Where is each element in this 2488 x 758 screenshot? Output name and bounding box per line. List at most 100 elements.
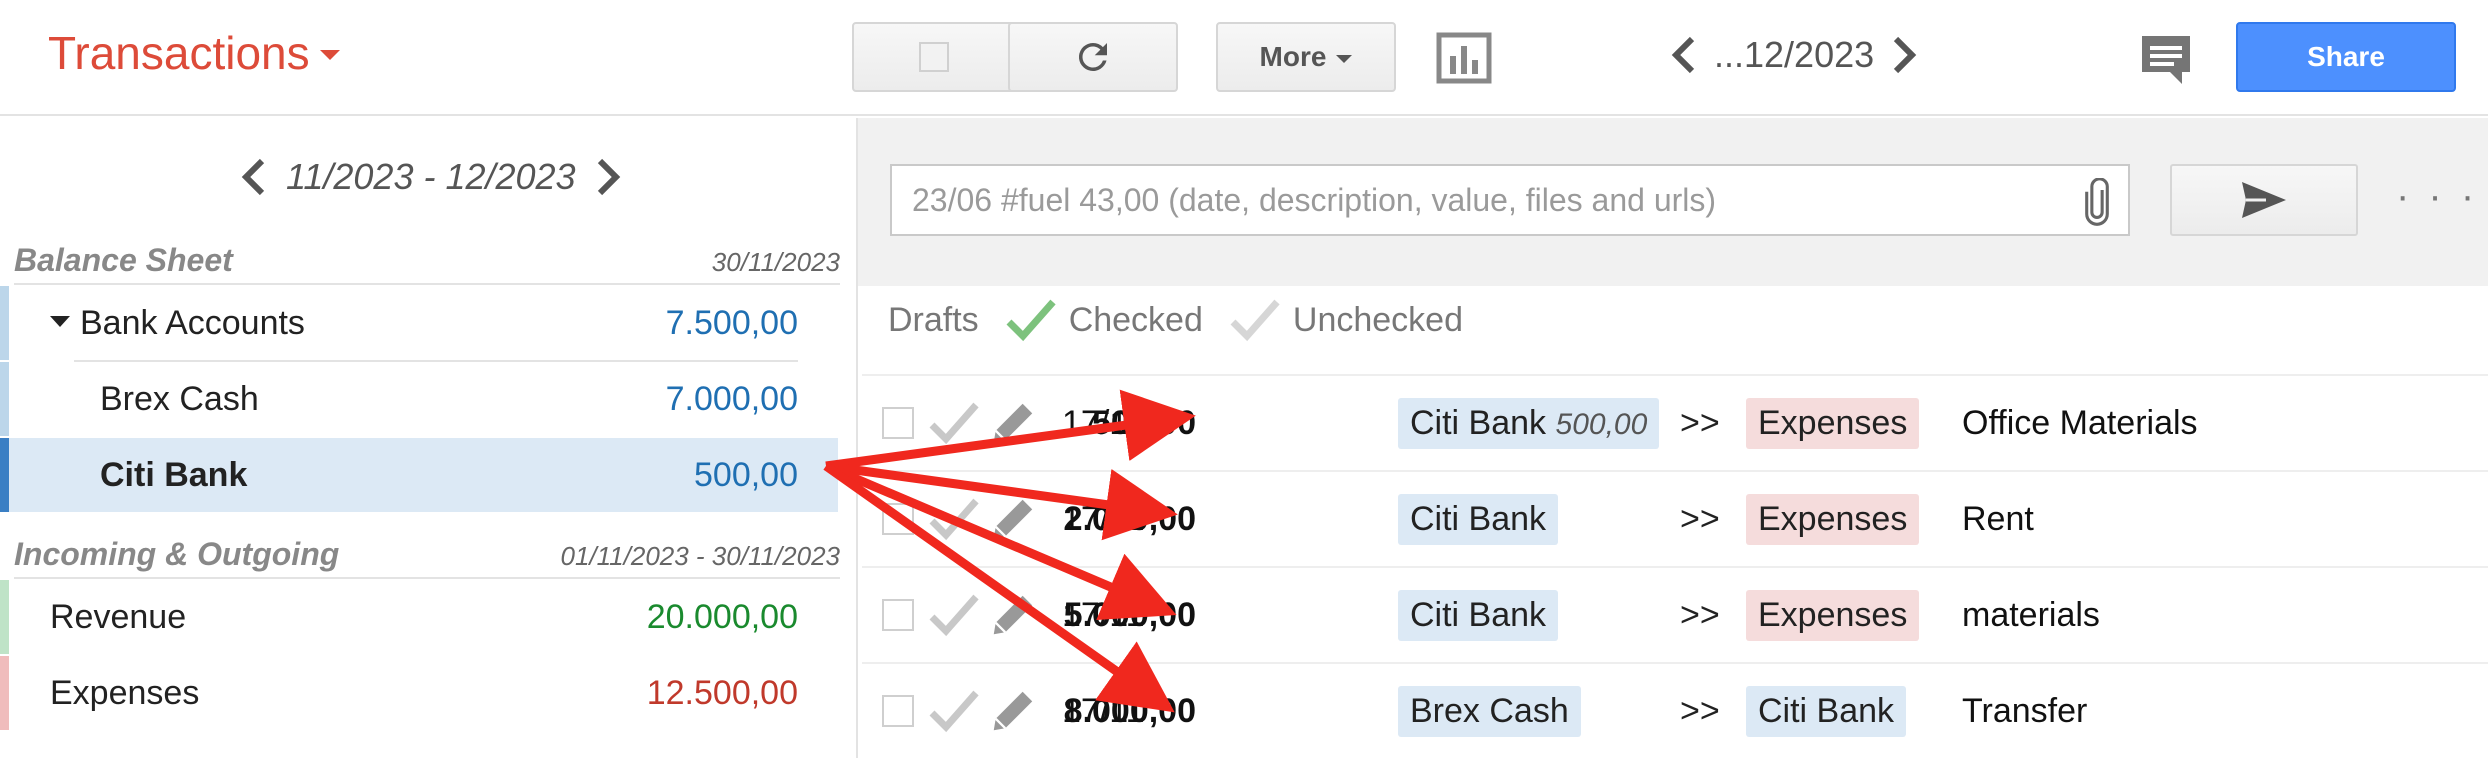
check-icon [1230,299,1280,342]
row-checkbox[interactable] [882,599,914,631]
account-name-text: Bank Accounts [80,303,305,342]
account-stripe [0,580,9,654]
top-period-nav: ...12/2023 [1670,34,1918,76]
accounts-panel: 11/2023 - 12/2023 Balance Sheet 30/11/20… [0,118,856,758]
filter-label: Unchecked [1292,300,1463,339]
send-button[interactable] [2170,164,2358,236]
check-icon[interactable] [928,399,980,447]
check-icon [1006,299,1056,342]
account-name: Bank Accounts [50,304,305,343]
composer: · · · [858,118,2488,286]
left-period-label[interactable]: 11/2023 - 12/2023 [286,156,576,198]
chart-icon[interactable] [1436,32,1492,84]
chevron-right-icon[interactable] [1890,35,1918,75]
share-button[interactable]: Share [2236,22,2456,92]
transaction-row[interactable]: 17/11 8.000,00 Brex Cash >> Citi Bank Tr… [862,662,2488,758]
from-account-tag[interactable]: Citi Bank [1398,589,1559,641]
transaction-description: Office Materials [1962,403,2198,442]
section-title: Incoming & Outgoing [14,536,340,572]
account-stripe [0,286,9,360]
filter-bar: Drafts Checked Unchecked [888,290,1489,350]
filter-label: Drafts [888,300,979,339]
transaction-description: Transfer [1962,691,2088,730]
pencil-icon[interactable] [986,398,1040,448]
transfer-arrow: >> [1680,499,1720,538]
left-period-nav: 11/2023 - 12/2023 [240,156,622,198]
balance-sheet-header: Balance Sheet 30/11/2023 [14,242,840,285]
more-menu-button[interactable]: More [1216,22,1396,92]
to-account-tag[interactable]: Expenses [1746,397,1920,449]
transfer-arrow: >> [1680,403,1720,442]
check-icon[interactable] [928,591,980,639]
account-group-bank-accounts[interactable]: Bank Accounts 7.500,00 [0,286,838,360]
refresh-icon [1078,42,1107,71]
transfer-arrow: >> [1680,595,1720,634]
comments-icon[interactable] [2138,32,2194,86]
section-date: 30/11/2023 [711,247,840,277]
row-checkbox[interactable] [882,695,914,727]
account-value: 20.000,00 [646,597,798,636]
from-account-tag[interactable]: Citi Bank 500,00 [1398,397,1660,449]
account-name: Revenue [50,597,187,636]
transaction-row[interactable]: 17/11 5.000,00 Citi Bank >> Expenses mat… [862,566,2488,662]
chevron-left-icon[interactable] [240,157,268,197]
caret-down-icon [1336,54,1353,63]
period-label[interactable]: ...12/2023 [1714,34,1874,76]
refresh-button[interactable] [1008,22,1178,92]
select-all-button[interactable] [852,22,1016,92]
transaction-description: Rent [1962,499,2034,538]
account-stripe [0,656,9,730]
filter-unchecked[interactable]: Unchecked [1229,294,1463,346]
transaction-amount: 8.000,00 [1063,691,1196,730]
account-revenue[interactable]: Revenue 20.000,00 [0,580,838,654]
to-account-tag[interactable]: Expenses [1746,493,1920,545]
from-account-name: Citi Bank [1410,403,1547,442]
from-account-balance: 500,00 [1555,407,1648,441]
account-expenses[interactable]: Expenses 12.500,00 [0,656,838,730]
check-icon[interactable] [928,687,980,735]
filter-label: Checked [1068,300,1203,339]
transactions-menu[interactable]: Transactions [48,26,340,80]
pencil-icon[interactable] [986,686,1040,736]
paperclip-icon[interactable] [2082,178,2112,226]
transaction-row[interactable]: 17/11 2.000,00 Citi Bank >> Expenses Ren… [862,470,2488,566]
transactions-panel: · · · Drafts Checked Unchecked 17/11 500… [856,118,2488,758]
account-value: 12.500,00 [646,673,798,712]
transaction-amount: 5.000,00 [1063,595,1196,634]
account-brex-cash[interactable]: Brex Cash 7.000,00 [0,362,838,436]
from-account-tag[interactable]: Citi Bank [1398,493,1559,545]
checkbox-icon [919,42,949,72]
transaction-amount: 2.000,00 [1063,499,1196,538]
pencil-icon[interactable] [986,590,1040,640]
transaction-row[interactable]: 17/11 500,00 Citi Bank 500,00 >> Expense… [862,374,2488,470]
caret-down-icon [319,50,340,60]
from-account-tag[interactable]: Brex Cash [1398,685,1581,737]
to-account-tag[interactable]: Expenses [1746,589,1920,641]
account-value: 7.000,00 [665,379,798,418]
caret-down-icon[interactable] [50,316,70,328]
transaction-amount: 500,00 [1092,403,1196,442]
transaction-description: materials [1962,595,2100,634]
transaction-input[interactable] [912,181,2062,219]
account-stripe [0,438,9,512]
check-icon[interactable] [928,495,980,543]
filter-checked[interactable]: Checked [1005,294,1203,346]
to-account-tag[interactable]: Citi Bank [1746,685,1907,737]
chevron-left-icon[interactable] [1670,35,1698,75]
filter-drafts[interactable]: Drafts [888,301,979,340]
pencil-icon[interactable] [986,494,1040,544]
transfer-arrow: >> [1680,691,1720,730]
more-options-button[interactable]: · · · [2396,174,2478,219]
row-checkbox[interactable] [882,407,914,439]
account-stripe [0,362,9,436]
section-date: 01/11/2023 - 30/11/2023 [560,541,841,571]
app-title: Transactions [48,27,310,79]
account-name: Brex Cash [100,379,259,418]
account-citi-bank[interactable]: Citi Bank 500,00 [0,438,838,512]
section-title: Balance Sheet [14,242,233,278]
chevron-right-icon[interactable] [594,157,622,197]
row-checkbox[interactable] [882,503,914,535]
send-icon [2242,182,2286,218]
more-label: More [1259,41,1327,72]
composer-field [890,164,2130,236]
